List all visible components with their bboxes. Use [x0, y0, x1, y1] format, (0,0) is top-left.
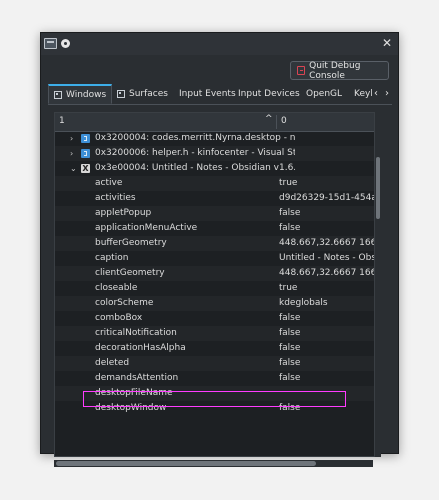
- window-row[interactable]: ⌄ X 0x3e00004: Untitled - Notes - Obsidi…: [55, 161, 374, 176]
- property-row[interactable]: comboBox false: [55, 311, 374, 326]
- property-row[interactable]: clientGeometry 448.667,32.6667 1662.67: [55, 266, 374, 281]
- property-value: false: [279, 328, 301, 338]
- property-row[interactable]: appletPopup false: [55, 206, 374, 221]
- property-row[interactable]: demandsAttention false: [55, 371, 374, 386]
- property-name: clientGeometry: [95, 268, 165, 278]
- property-value: false: [279, 358, 301, 368]
- tab-opengl-label: OpenGL: [306, 89, 343, 99]
- property-value: 448.667,32.6667 1662.67: [279, 238, 374, 248]
- window-label: 0x3e00004: Untitled - Notes - Obsidian v…: [95, 163, 295, 173]
- property-value: false: [279, 373, 301, 383]
- expand-arrow-icon[interactable]: ›: [70, 131, 78, 146]
- column-divider[interactable]: [276, 115, 277, 129]
- property-name: deleted: [95, 358, 130, 368]
- property-row[interactable]: applicationMenuActive false: [55, 221, 374, 236]
- tab-opengl[interactable]: OpenGL: [306, 84, 342, 104]
- windows-icon: [54, 90, 62, 99]
- property-row[interactable]: colorScheme kdeglobals: [55, 296, 374, 311]
- property-value: false: [279, 208, 301, 218]
- property-row[interactable]: active true: [55, 176, 374, 191]
- property-name: decorationHasAlpha: [95, 343, 186, 353]
- property-name: colorScheme: [95, 298, 154, 308]
- app-icon: [44, 38, 57, 49]
- tree-header: 1 ^ 0: [55, 113, 374, 132]
- tab-input-devices-label: Input Devices: [238, 89, 300, 99]
- property-name: bufferGeometry: [95, 238, 167, 248]
- quit-debug-console-button[interactable]: Quit Debug Console: [290, 60, 389, 81]
- expand-arrow-icon[interactable]: ›: [70, 146, 78, 161]
- vertical-scroll-thumb[interactable]: [376, 157, 380, 219]
- sort-ascending-icon: ^: [265, 114, 273, 124]
- tab-surfaces-label: Surfaces: [129, 89, 168, 99]
- property-name: appletPopup: [95, 208, 152, 218]
- property-value: false: [279, 343, 301, 353]
- tab-bar: Windows Surfaces Input Events Input Devi…: [48, 84, 392, 105]
- property-value: Untitled - Notes - Obsidi: [279, 253, 374, 263]
- property-row[interactable]: decorationHasAlpha false: [55, 341, 374, 356]
- horizontal-scroll-thumb[interactable]: [56, 461, 316, 466]
- vscode-icon: [81, 149, 90, 158]
- window-row[interactable]: › 0x3200006: helper.h - kinfocenter - Vi…: [55, 146, 374, 161]
- tab-input-devices[interactable]: Input Devices: [238, 84, 300, 104]
- property-row[interactable]: criticalNotification false: [55, 326, 374, 341]
- tab-scroll-left-icon[interactable]: ‹: [371, 84, 381, 104]
- window-label: 0x3200004: codes.merritt.Nyrna.desktop -…: [95, 133, 295, 143]
- window-label: 0x3200006: helper.h - kinfocenter - Visu…: [95, 148, 295, 158]
- exit-icon: [297, 66, 306, 75]
- property-row[interactable]: caption Untitled - Notes - Obsidi: [55, 251, 374, 266]
- property-row[interactable]: closeable true: [55, 281, 374, 296]
- vscode-icon: [81, 134, 90, 143]
- property-value: false: [279, 223, 301, 233]
- horizontal-scrollbar[interactable]: [54, 460, 373, 467]
- close-icon[interactable]: ✕: [382, 36, 392, 50]
- keep-above-icon[interactable]: [61, 39, 70, 48]
- tab-keyboard-label: Keyl: [354, 89, 372, 99]
- tab-input-events-label: Input Events: [179, 89, 236, 99]
- property-value: false: [279, 313, 301, 323]
- property-name: applicationMenuActive: [95, 223, 198, 233]
- property-name: comboBox: [95, 313, 143, 323]
- column-header-0[interactable]: 0: [281, 116, 287, 126]
- column-header-1[interactable]: 1: [59, 116, 65, 126]
- tab-windows[interactable]: Windows: [48, 84, 113, 104]
- window-row[interactable]: › 0x3200004: codes.merritt.Nyrna.desktop…: [55, 131, 374, 146]
- tab-keyboard[interactable]: Keyl: [354, 84, 372, 104]
- property-row[interactable]: activities d9d26329-15d1-454a-84: [55, 191, 374, 206]
- x11-window-icon: X: [81, 164, 90, 173]
- property-value: d9d26329-15d1-454a-84: [279, 193, 374, 203]
- title-bar: ✕: [41, 33, 398, 55]
- tab-surfaces[interactable]: Surfaces: [117, 84, 168, 104]
- vertical-scrollbar[interactable]: [375, 133, 381, 457]
- property-name: active: [95, 178, 123, 188]
- tab-windows-label: Windows: [66, 89, 107, 100]
- property-row[interactable]: deleted false: [55, 356, 374, 371]
- property-value: kdeglobals: [279, 298, 328, 308]
- property-row[interactable]: bufferGeometry 448.667,32.6667 1662.67: [55, 236, 374, 251]
- property-name: caption: [95, 253, 129, 263]
- quit-debug-console-label: Quit Debug Console: [309, 60, 361, 81]
- property-value: true: [279, 178, 298, 188]
- tab-input-events[interactable]: Input Events: [179, 84, 236, 104]
- collapse-arrow-icon[interactable]: ⌄: [70, 161, 78, 176]
- property-name: activities: [95, 193, 136, 203]
- highlight-box: [83, 391, 346, 407]
- surfaces-icon: [117, 90, 125, 98]
- tab-scroll-right-icon[interactable]: ›: [382, 84, 392, 104]
- property-name: closeable: [95, 283, 138, 293]
- property-name: demandsAttention: [95, 373, 179, 383]
- property-name: criticalNotification: [95, 328, 177, 338]
- property-value: 448.667,32.6667 1662.67: [279, 268, 374, 278]
- property-value: true: [279, 283, 298, 293]
